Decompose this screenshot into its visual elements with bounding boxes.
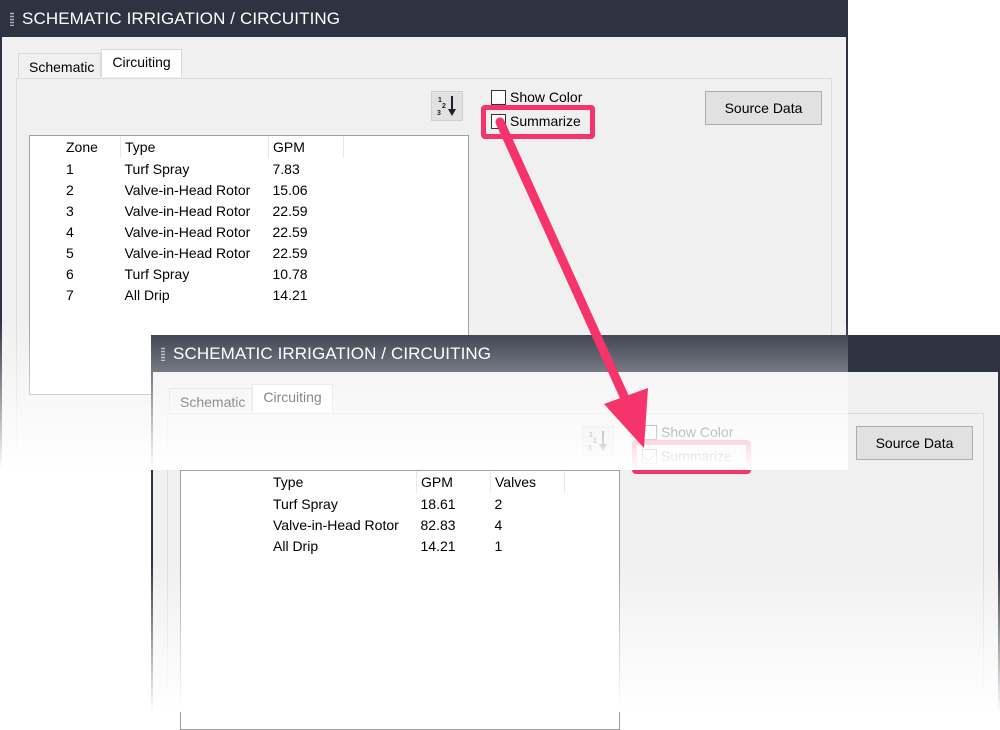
checkbox-box[interactable]	[642, 424, 657, 440]
cell-gpm: 82.83	[420, 516, 456, 533]
column-header-valves[interactable]: Valves	[490, 471, 565, 493]
tab-circuiting[interactable]: Circuiting	[252, 384, 333, 412]
cell-gpm: 14.21	[272, 286, 308, 303]
cell-gpm: 18.61	[420, 495, 456, 512]
table-row[interactable]: 7 All Drip 14.21	[62, 284, 344, 305]
panel-title: SCHEMATIC IRRIGATION / CIRCUITING	[22, 8, 341, 28]
checkbox-box[interactable]	[491, 89, 506, 105]
cell-gpm: 10.78	[272, 265, 308, 282]
cell-zone: 2	[66, 181, 74, 198]
sort-button[interactable]: 1 2 3	[582, 426, 614, 456]
summarize-checkbox[interactable]: Summarize	[642, 448, 732, 464]
summarize-checkbox[interactable]: Summarize	[491, 113, 581, 129]
cell-gpm: 22.59	[272, 244, 308, 261]
grip-icon[interactable]	[10, 11, 14, 26]
panel-titlebar[interactable]: SCHEMATIC IRRIGATION / CIRCUITING	[0, 0, 848, 37]
column-header-type[interactable]: Type	[269, 471, 417, 493]
checkbox-label: Show Color	[510, 89, 583, 105]
cell-gpm: 14.21	[420, 537, 456, 554]
cell-zone: 3	[66, 202, 74, 219]
cell-type: Turf Spray	[124, 265, 190, 282]
table-header-row: Type GPM Valves	[269, 471, 565, 493]
checkbox-box-checked[interactable]	[642, 448, 657, 464]
tab-bar: Schematic Circuiting	[169, 384, 333, 412]
sort-numeric-descending-icon: 1 2 3	[588, 431, 607, 452]
table-row[interactable]: Turf Spray 18.61 2	[269, 493, 565, 514]
tab-bar: Schematic Circuiting	[18, 49, 182, 77]
zone-table: Zone Type GPM 1 Turf Spray 7.83 2 Valve-in-…	[62, 136, 344, 305]
grip-icon[interactable]	[161, 346, 165, 361]
cell-gpm: 7.83	[272, 160, 300, 177]
cell-gpm: 22.59	[272, 202, 308, 219]
tab-content: 1 2 3 Type GPM Valves Turf Spray 18.61 2	[167, 413, 984, 730]
svg-text:3: 3	[437, 110, 441, 117]
sort-numeric-descending-icon: 1 2 3	[437, 96, 456, 117]
cell-zone: 1	[66, 160, 74, 177]
cell-valves: 2	[494, 495, 503, 512]
panel-title: SCHEMATIC IRRIGATION / CIRCUITING	[173, 343, 492, 363]
source-data-button[interactable]: Source Data	[856, 426, 973, 460]
cell-type: Valve-in-Head Rotor	[124, 223, 251, 240]
cell-type: All Drip	[124, 286, 170, 303]
column-header-zone[interactable]: Zone	[62, 136, 121, 158]
summary-list[interactable]: Type GPM Valves Turf Spray 18.61 2 Valve-i…	[180, 470, 620, 730]
checkbox-label: Summarize	[661, 448, 732, 464]
tab-circuiting[interactable]: Circuiting	[101, 49, 182, 77]
column-header-gpm[interactable]: GPM	[416, 471, 491, 493]
cell-gpm: 15.06	[272, 181, 308, 198]
summary-table: Type GPM Valves Turf Spray 18.61 2 Valve-i…	[269, 471, 565, 556]
cell-zone: 6	[66, 265, 74, 282]
table-row[interactable]: 1 Turf Spray 7.83	[62, 158, 344, 179]
cell-zone: 5	[66, 244, 74, 261]
show-color-checkbox[interactable]: Show Color	[642, 424, 733, 440]
svg-text:2: 2	[442, 103, 446, 110]
panel-after: SCHEMATIC IRRIGATION / CIRCUITING Schema…	[151, 335, 1000, 730]
panel-titlebar[interactable]: SCHEMATIC IRRIGATION / CIRCUITING	[151, 335, 1000, 372]
cell-zone: 7	[66, 286, 74, 303]
table-row[interactable]: 3 Valve-in-Head Rotor 22.59	[62, 200, 344, 221]
checkbox-label: Summarize	[510, 113, 581, 129]
cell-type: All Drip	[273, 537, 319, 554]
cell-gpm: 22.59	[272, 223, 308, 240]
cell-type: Valve-in-Head Rotor	[124, 181, 251, 198]
tab-schematic[interactable]: Schematic	[18, 53, 102, 77]
table-row[interactable]: 4 Valve-in-Head Rotor 22.59	[62, 221, 344, 242]
table-row[interactable]: 5 Valve-in-Head Rotor 22.59	[62, 242, 344, 263]
table-row[interactable]: 6 Turf Spray 10.78	[62, 263, 344, 284]
cell-type: Valve-in-Head Rotor	[273, 516, 399, 533]
svg-text:2: 2	[593, 438, 597, 445]
cell-type: Valve-in-Head Rotor	[124, 244, 251, 261]
table-row[interactable]: Valve-in-Head Rotor 82.83 4	[269, 514, 565, 535]
cell-type: Turf Spray	[273, 495, 338, 512]
checkbox-label: Show Color	[661, 424, 734, 440]
svg-text:3: 3	[588, 445, 592, 452]
sort-button[interactable]: 1 2 3	[431, 91, 463, 121]
table-row[interactable]: 2 Valve-in-Head Rotor 15.06	[62, 179, 344, 200]
source-data-button[interactable]: Source Data	[705, 91, 822, 125]
table-row[interactable]: All Drip 14.21 1	[269, 535, 565, 556]
tab-schematic[interactable]: Schematic	[169, 388, 253, 412]
column-header-gpm[interactable]: GPM	[268, 136, 344, 158]
table-header-row: Zone Type GPM	[62, 136, 344, 158]
column-header-type[interactable]: Type	[120, 136, 269, 158]
show-color-checkbox[interactable]: Show Color	[491, 89, 582, 105]
cell-type: Valve-in-Head Rotor	[124, 202, 251, 219]
checkbox-box[interactable]	[491, 113, 506, 129]
cell-valves: 4	[494, 516, 503, 533]
cell-valves: 1	[494, 537, 503, 554]
cell-type: Turf Spray	[124, 160, 190, 177]
cell-zone: 4	[66, 223, 74, 240]
